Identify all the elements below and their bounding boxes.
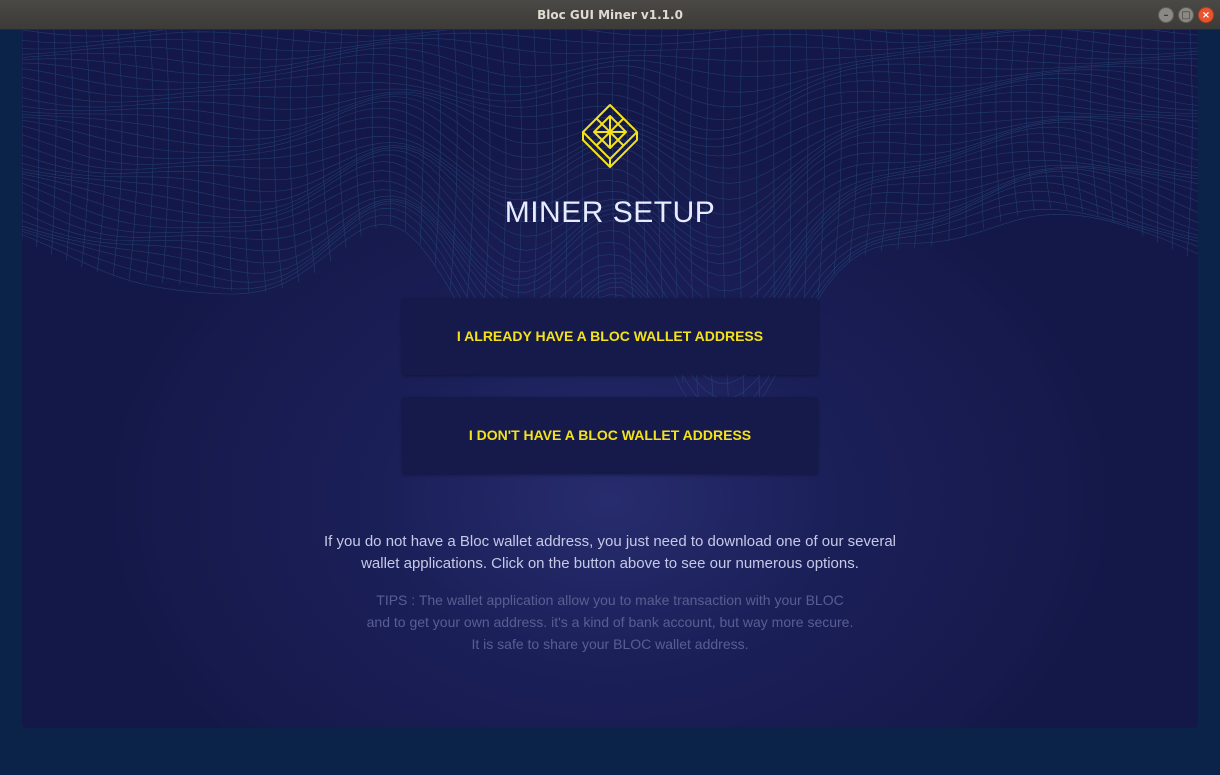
title-bar: Bloc GUI Miner v1.1.0 – □ ×: [0, 0, 1220, 30]
close-button[interactable]: ×: [1198, 7, 1214, 23]
setup-panel: MINER SETUP I ALREADY HAVE A BLOC WALLET…: [22, 30, 1198, 728]
mesh-line: [243, 30, 250, 293]
mesh-line: [213, 30, 215, 289]
mesh-line: [112, 30, 123, 277]
mesh-line: [434, 30, 441, 266]
no-wallet-button[interactable]: I DON'T HAVE A BLOC WALLET ADDRESS: [402, 397, 818, 474]
mesh-line: [642, 30, 651, 327]
page-title: MINER SETUP: [504, 196, 716, 229]
info-line-1: If you do not have a Bloc wallet address…: [323, 533, 897, 550]
mesh-line: [96, 30, 107, 273]
minimize-button[interactable]: –: [1158, 7, 1174, 23]
mesh-line: [162, 30, 169, 284]
mesh-line: [803, 30, 809, 318]
mesh-line: [179, 30, 185, 285]
tips-line-2: and to get your own address. it's a kind…: [366, 614, 854, 630]
maximize-button[interactable]: □: [1178, 7, 1194, 23]
have-wallet-button[interactable]: I ALREADY HAVE A BLOC WALLET ADDRESS: [402, 298, 818, 375]
window-body: MINER SETUP I ALREADY HAVE A BLOC WALLET…: [0, 30, 1220, 775]
mesh-line: [196, 30, 200, 287]
mesh-line: [449, 30, 458, 292]
tips-text: TIPS : The wallet application allow you …: [310, 589, 910, 655]
mesh-line: [305, 30, 316, 274]
mesh-line: [228, 30, 232, 291]
info-text: If you do not have a Bloc wallet address…: [310, 531, 910, 575]
mesh-line: [81, 30, 90, 268]
mesh-line: [289, 30, 300, 283]
bloc-logo-icon: [582, 104, 638, 168]
mesh-line: [128, 30, 139, 280]
window-title: Bloc GUI Miner v1.1.0: [537, 8, 683, 22]
info-line-2: wallet applications. Click on the button…: [361, 555, 859, 572]
mesh-line: [258, 30, 267, 292]
tips-line-3: It is safe to share your BLOC wallet add…: [471, 636, 749, 652]
mesh-line: [1090, 30, 1099, 217]
tips-line-1: TIPS : The wallet application allow you …: [376, 592, 844, 608]
